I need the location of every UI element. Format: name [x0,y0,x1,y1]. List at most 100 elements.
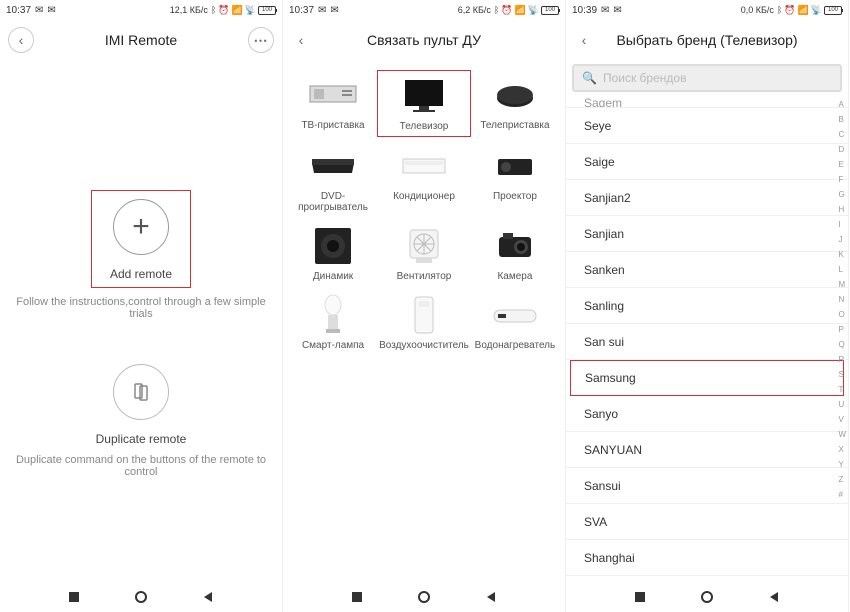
device-item[interactable]: Камера [471,221,559,286]
bluetooth-icon: ᛒ [777,5,782,15]
device-label: Воздухоочиститель [379,340,469,351]
add-remote-card: + Add remote [91,190,191,288]
alpha-letter[interactable]: A [838,100,846,109]
alpha-letter[interactable]: R [838,355,846,364]
brand-item[interactable]: Shanghai [566,540,848,576]
mail-icon: ✉ [613,5,621,16]
screen-select-brand: 10:39 ✉ ✉ 0,0 КБ/с ᛒ ⏰ 📶 📡 100 ‹ Выбрать… [566,0,849,612]
device-item[interactable]: Телеприставка [471,70,559,137]
nav-home-button[interactable] [417,590,431,604]
mail-icon: ✉ [330,5,338,16]
signal-icon: 📶 [515,5,526,16]
duplicate-remote-button[interactable] [113,364,169,420]
alpha-letter[interactable]: Q [838,340,846,349]
alpha-letter[interactable]: E [838,160,846,169]
brand-list[interactable]: SagemSeyeSaigeSanjian2SanjianSankenSanli… [566,96,848,582]
back-button[interactable]: ‹ [291,27,311,53]
status-net: 0,0 КБ/с [741,5,774,15]
device-item[interactable]: Вентилятор [377,221,471,286]
alpha-letter[interactable]: N [838,295,846,304]
add-remote-button[interactable]: + [113,199,169,255]
alpha-letter[interactable]: J [838,235,846,244]
nav-home-button[interactable] [134,590,148,604]
brand-item[interactable]: SVA [566,504,848,540]
status-net: 6,2 КБ/с [458,5,491,15]
more-button[interactable]: ⋯ [248,27,274,53]
brand-item[interactable]: Samsung [570,360,844,396]
nav-recent-button[interactable] [350,590,364,604]
device-label: Смарт-лампа [302,340,364,351]
brand-item[interactable]: Sanyo [566,396,848,432]
alpha-letter[interactable]: F [838,175,846,184]
device-item[interactable]: Водонагреватель [471,290,559,355]
nav-back-button[interactable] [201,590,215,604]
brand-item[interactable]: Seye [566,108,848,144]
nav-bar [283,582,565,612]
brand-item[interactable]: Sanjian [566,216,848,252]
device-item[interactable]: ТВ-приставка [289,70,377,137]
add-remote-desc: Follow the instructions,control through … [0,296,282,320]
alpha-letter[interactable]: G [838,190,846,199]
alpha-letter[interactable]: H [838,205,846,214]
status-time: 10:39 [572,5,597,16]
device-label: Кондиционер [393,191,455,202]
nav-back-button[interactable] [767,590,781,604]
nav-back-button[interactable] [484,590,498,604]
device-item[interactable]: DVD-проигрыватель [289,141,377,217]
brand-item[interactable]: Sansui [566,468,848,504]
alpha-letter[interactable]: U [838,400,846,409]
back-button[interactable]: ‹ [574,27,594,53]
mail-icon: ✉ [318,5,326,16]
device-item[interactable]: Динамик [289,221,377,286]
header: ‹ IMI Remote ⋯ [0,20,282,60]
alpha-letter[interactable]: Z [838,475,846,484]
device-icon [487,145,543,187]
alpha-letter[interactable]: M [838,280,846,289]
brand-item[interactable]: Sanken [566,252,848,288]
alpha-letter[interactable]: # [838,490,846,499]
mail-icon: ✉ [47,5,55,16]
brand-item[interactable]: Sanjian2 [566,180,848,216]
alpha-letter[interactable]: Y [838,460,846,469]
page-title: Связать пульт ДУ [283,32,565,48]
alpha-letter[interactable]: C [838,130,846,139]
alpha-letter[interactable]: X [838,445,846,454]
header: ‹ Связать пульт ДУ [283,20,565,60]
device-icon [396,75,452,117]
back-button[interactable]: ‹ [8,27,34,53]
alpha-letter[interactable]: O [838,310,846,319]
device-item[interactable]: Проектор [471,141,559,217]
header: ‹ Выбрать бренд (Телевизор) [566,20,848,60]
device-icon [305,74,361,116]
alpha-letter[interactable]: P [838,325,846,334]
alpha-index[interactable]: ABCDEFGHIJKLMNOPQRSTUVWXYZ # [838,100,846,499]
brand-item[interactable]: Sagem [566,96,848,108]
alarm-icon: ⏰ [218,5,229,16]
alpha-letter[interactable]: V [838,415,846,424]
device-item[interactable]: Телевизор [377,70,471,137]
brand-item[interactable]: Sanling [566,288,848,324]
alpha-letter[interactable]: K [838,250,846,259]
nav-home-button[interactable] [700,590,714,604]
device-icon [396,145,452,187]
nav-recent-button[interactable] [67,590,81,604]
alpha-letter[interactable]: T [838,385,846,394]
alpha-letter[interactable]: S [838,370,846,379]
search-placeholder: Поиск брендов [603,71,686,85]
add-remote-label: Add remote [110,267,172,281]
alpha-letter[interactable]: I [838,220,846,229]
alpha-letter[interactable]: D [838,145,846,154]
screen-link-remote: 10:37 ✉ ✉ 6,2 КБ/с ᛒ ⏰ 📶 📡 100 ‹ Связать… [283,0,566,612]
brand-item[interactable]: SANYUAN [566,432,848,468]
alpha-letter[interactable]: L [838,265,846,274]
device-item[interactable]: Кондиционер [377,141,471,217]
device-item[interactable]: Воздухоочиститель [377,290,471,355]
nav-recent-button[interactable] [633,590,647,604]
brand-item[interactable]: Saige [566,144,848,180]
search-input[interactable]: 🔍 Поиск брендов [572,64,842,92]
alpha-letter[interactable]: B [838,115,846,124]
brand-item[interactable]: San sui [566,324,848,360]
alpha-letter[interactable]: W [838,430,846,439]
device-label: Телеприставка [480,120,549,131]
device-item[interactable]: Смарт-лампа [289,290,377,355]
